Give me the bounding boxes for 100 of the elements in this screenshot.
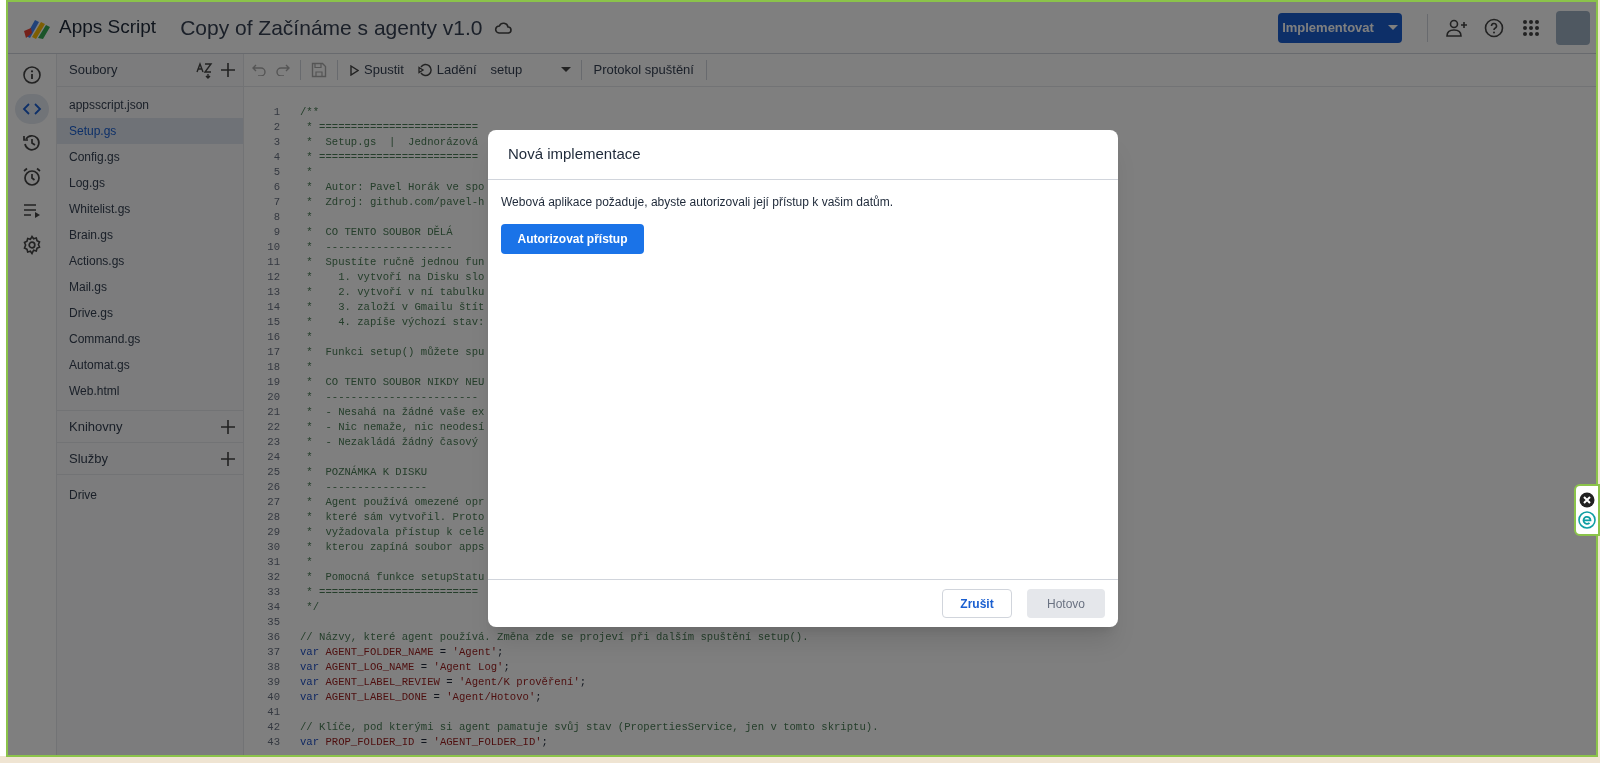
undo-icon[interactable] <box>252 64 266 76</box>
line-number: 35 <box>266 615 280 630</box>
code-line: * Funkci setup() můžete spu <box>305 345 485 360</box>
debug-button[interactable]: Ladění <box>417 60 477 80</box>
avatar[interactable] <box>1556 10 1590 45</box>
line-number: 24 <box>266 450 280 465</box>
code-line: * - Nic nemaže, nic neodesí <box>305 420 485 435</box>
caret-icon <box>560 67 571 73</box>
section-title: Knihovny <box>69 417 124 436</box>
caret-icon <box>1387 24 1398 31</box>
plus-icon[interactable] <box>221 451 235 466</box>
code-line: var PROP_FOLDER_ID = 'AGENT_FOLDER_ID'; <box>299 735 548 750</box>
line-number: 14 <box>266 300 280 315</box>
file-item[interactable]: Mail.gs <box>57 274 243 300</box>
line-number: 17 <box>266 345 280 360</box>
line-number: 42 <box>266 720 280 735</box>
code-line: */ <box>305 600 320 615</box>
redo-icon[interactable] <box>276 64 290 76</box>
code-line: * <box>305 450 313 465</box>
line-number: 37 <box>266 645 280 660</box>
code-line: * -------------------- <box>305 240 453 255</box>
line-number: 1 <box>272 105 280 120</box>
file-item[interactable]: Setup.gs <box>57 118 243 144</box>
deploy-button[interactable]: Implementovat <box>1278 12 1402 43</box>
line-number: 40 <box>266 690 280 705</box>
run-button[interactable]: Spustit <box>350 60 404 80</box>
line-number: 41 <box>266 705 280 720</box>
info-icon <box>22 65 42 85</box>
line-number: 8 <box>272 210 280 225</box>
code-line: var AGENT_FOLDER_NAME = 'Agent'; <box>299 645 504 660</box>
code-line: * ---------------- <box>305 480 428 495</box>
file-item[interactable]: Brain.gs <box>57 222 243 248</box>
dialog-message: Webová aplikace požaduje, abyste autorizovali její přístup k vašim datům. <box>501 194 894 211</box>
line-number: 9 <box>272 225 280 240</box>
code-line: * - Nesahá na žádné vaše ex <box>305 405 485 420</box>
line-number: 4 <box>272 150 280 165</box>
close-icon[interactable] <box>1579 491 1595 508</box>
service-item[interactable]: Drive <box>57 483 243 507</box>
list-play-icon <box>22 201 42 221</box>
plus-icon[interactable] <box>221 63 235 77</box>
line-number: 10 <box>266 240 280 255</box>
rail-button[interactable] <box>15 94 49 124</box>
dialog-title: Nová implementace <box>508 144 641 165</box>
line-number: 20 <box>266 390 280 405</box>
function-select[interactable]: setup <box>490 60 571 80</box>
line-number: 29 <box>266 525 280 540</box>
file-item[interactable]: Automat.gs <box>57 352 243 378</box>
file-item[interactable]: appsscript.json <box>57 92 243 118</box>
line-number: 39 <box>266 675 280 690</box>
line-number: 30 <box>266 540 280 555</box>
file-item[interactable]: Command.gs <box>57 326 243 352</box>
apps-grid-icon[interactable] <box>1522 18 1540 37</box>
person-add-icon[interactable] <box>1446 18 1468 37</box>
file-item[interactable]: Config.gs <box>57 144 243 170</box>
line-number: 3 <box>272 135 280 150</box>
authorize-button[interactable]: Autorizovat přístup <box>501 224 644 254</box>
alarm-clock-icon <box>22 167 42 187</box>
code-line: * 4. zapíše výchozí stav: <box>305 315 485 330</box>
line-number: 23 <box>266 435 280 450</box>
plus-icon[interactable] <box>221 419 235 434</box>
help-icon[interactable] <box>1484 17 1504 38</box>
code-line: * CO TENTO SOUBOR NIKDY NEU <box>305 375 485 390</box>
code-line: * <box>305 360 313 375</box>
line-number: 13 <box>266 285 280 300</box>
code-line: * Setup.gs | Jednorázová <box>305 135 478 150</box>
code-line: * které sám vytvořil. Proto <box>305 510 485 525</box>
line-number: 21 <box>266 405 280 420</box>
line-number: 31 <box>266 555 280 570</box>
file-item[interactable]: Whitelist.gs <box>57 196 243 222</box>
line-number: 27 <box>266 495 280 510</box>
code-line: * <box>305 555 313 570</box>
save-icon[interactable] <box>311 62 327 78</box>
line-number: 16 <box>266 330 280 345</box>
cancel-button[interactable]: Zrušit <box>942 589 1012 618</box>
code-line: * Zdroj: github.com/pavel-h <box>305 195 485 210</box>
project-title[interactable]: Copy of Začínáme s agenty v1.0 <box>180 11 483 44</box>
line-number: 7 <box>272 195 280 210</box>
section-title: Služby <box>69 449 110 468</box>
code-line: * <box>305 210 313 225</box>
code-line: * Spustíte ručně jednou fun <box>305 255 485 270</box>
file-item[interactable]: Actions.gs <box>57 248 243 274</box>
line-number: 19 <box>266 375 280 390</box>
code-line: * 1. vytvoří na Disku slo <box>305 270 485 285</box>
file-item[interactable]: Drive.gs <box>57 300 243 326</box>
code-line: * POZNÁMKA K DISKU <box>305 465 428 480</box>
code-line: * 3. založí v Gmailu štít <box>305 300 485 315</box>
line-number: 25 <box>266 465 280 480</box>
line-number: 38 <box>266 660 280 675</box>
line-number: 12 <box>266 270 280 285</box>
code-line: * CO TENTO SOUBOR DĚLÁ <box>305 225 453 240</box>
app-name: Apps Script <box>59 15 157 40</box>
line-number: 5 <box>272 165 280 180</box>
file-item[interactable]: Web.html <box>57 378 243 404</box>
line-number: 32 <box>266 570 280 585</box>
sort-az-icon[interactable] <box>195 61 213 79</box>
code-line: * <box>305 165 313 180</box>
file-item[interactable]: Log.gs <box>57 170 243 196</box>
settings-icon <box>22 235 42 255</box>
execution-log-button[interactable]: Protokol spuštění <box>593 60 694 80</box>
line-number: 33 <box>266 585 280 600</box>
